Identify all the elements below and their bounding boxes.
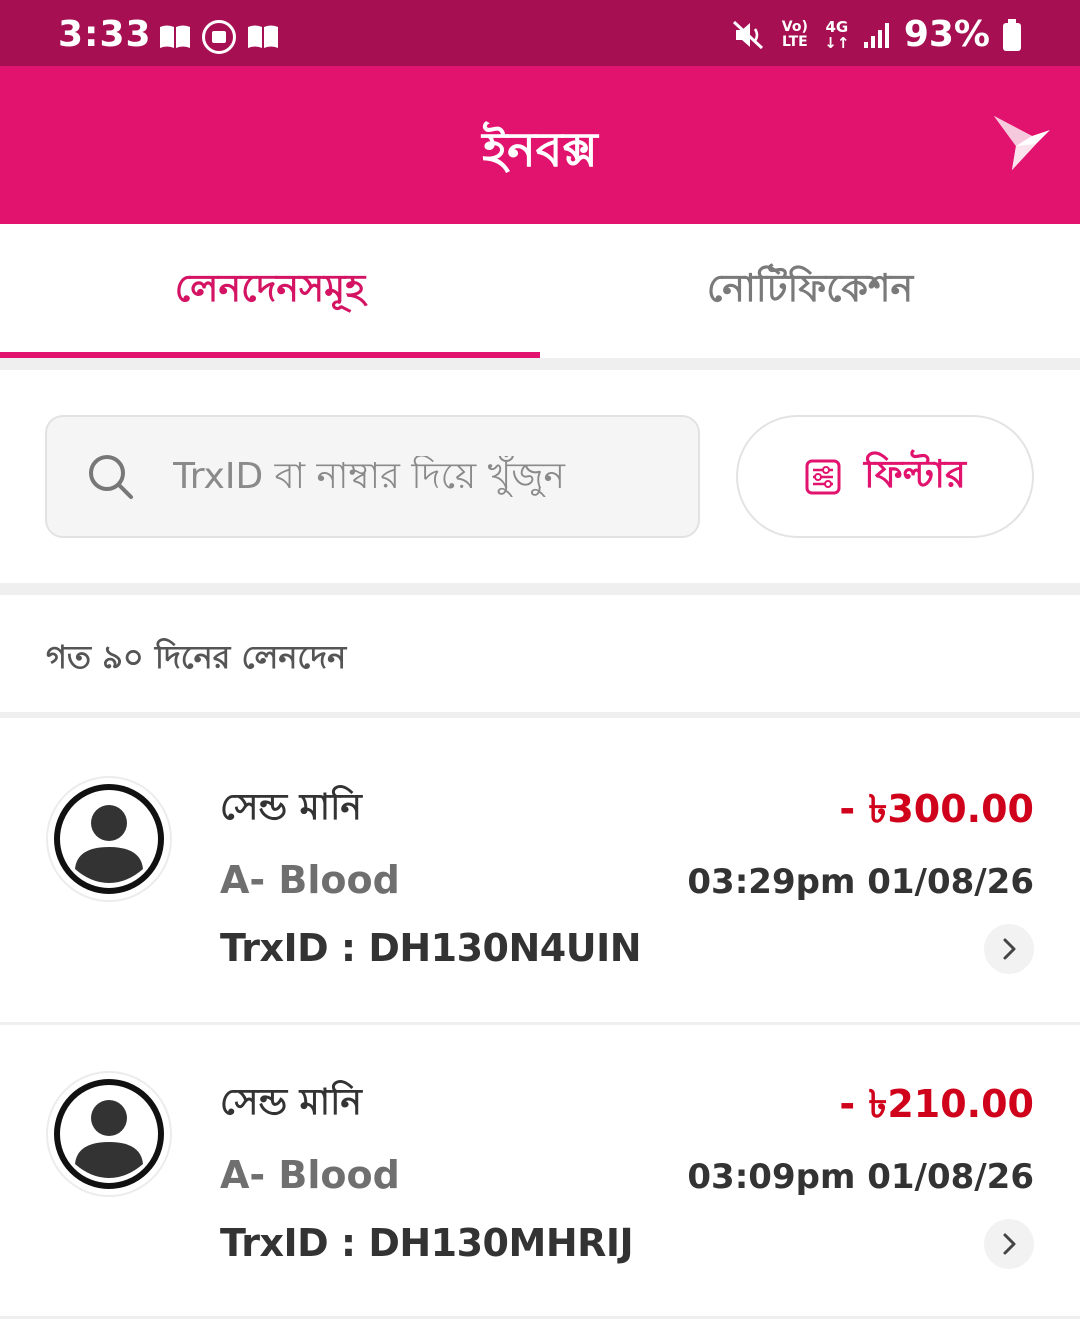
mute-icon — [732, 20, 763, 49]
divider — [0, 358, 1080, 370]
chevron-right-icon — [1003, 938, 1016, 960]
transaction-amount: - ৳210.00 — [839, 1082, 1034, 1126]
download-icon — [202, 20, 236, 54]
status-time: 3:33 — [58, 14, 152, 55]
search-box[interactable] — [45, 415, 700, 538]
avatar — [46, 1071, 172, 1197]
divider — [0, 1316, 1080, 1319]
divider — [0, 583, 1080, 595]
details-button[interactable] — [984, 924, 1034, 974]
book-icon — [248, 25, 278, 48]
volte-indicator: Vo) LTE — [781, 18, 808, 50]
tab-notifications[interactable]: নোটিফিকেশন — [540, 224, 1080, 358]
transaction-item[interactable]: সেন্ড মানি A- Blood TrxID : DH130MHRIJ -… — [0, 1025, 1080, 1325]
user-icon — [54, 784, 164, 894]
signal-icon — [863, 22, 889, 48]
battery-percent: 93% — [903, 14, 990, 55]
filter-button[interactable]: ফিল্টার — [736, 415, 1034, 538]
search-input[interactable] — [173, 456, 673, 497]
transaction-datetime: 03:29pm 01/08/26 — [687, 862, 1034, 902]
search-icon — [89, 454, 133, 499]
filter-label: ফিল্টার — [863, 451, 967, 496]
system-icons: Vo) LTE 4G ↓↑ 93% — [732, 14, 1022, 55]
transaction-id: TrxID : DH130N4UIN — [220, 926, 642, 970]
notification-icons — [158, 20, 280, 54]
chevron-right-icon — [1003, 1233, 1016, 1255]
battery-icon — [1003, 18, 1021, 51]
transaction-name: A- Blood — [220, 1153, 400, 1197]
book-icon — [160, 25, 190, 48]
network-indicator: 4G ↓↑ — [824, 17, 850, 52]
section-label: গত ৯০ দিনের লেনদেন — [46, 638, 347, 676]
transaction-item[interactable]: সেন্ড মানি A- Blood TrxID : DH130N4UIN -… — [0, 718, 1080, 1018]
app-bar: ইনবক্স — [0, 66, 1080, 224]
user-icon — [54, 1079, 164, 1189]
filter-icon — [805, 459, 841, 494]
transaction-name: A- Blood — [220, 858, 400, 902]
transaction-id: TrxID : DH130MHRIJ — [220, 1221, 634, 1265]
tab-transactions[interactable]: লেনদেনসমূহ — [0, 224, 540, 358]
transaction-type: সেন্ড মানি — [220, 1082, 362, 1123]
details-button[interactable] — [984, 1219, 1034, 1269]
transaction-type: সেন্ড মানি — [220, 787, 362, 828]
status-bar: 3:33 Vo) LTE 4G ↓↑ 93% — [0, 0, 1080, 66]
page-title: ইনবক্স — [482, 122, 598, 178]
avatar — [46, 776, 172, 902]
bird-logo-icon[interactable] — [990, 112, 1054, 176]
tab-bar: লেনদেনসমূহ নোটিফিকেশন — [0, 224, 1080, 358]
transaction-amount: - ৳300.00 — [839, 787, 1034, 831]
transaction-datetime: 03:09pm 01/08/26 — [687, 1157, 1034, 1197]
